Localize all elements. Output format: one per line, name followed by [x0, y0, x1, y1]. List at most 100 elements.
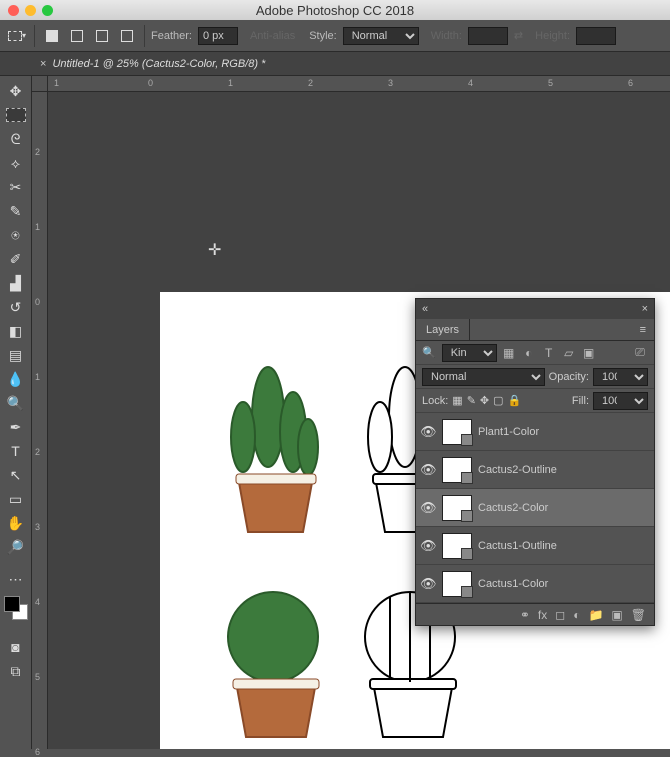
- layers-panel[interactable]: « × Layers ≡ 🔍 Kind ▦ ◐ T ▱ ▣ ⎚ Normal O…: [415, 298, 655, 626]
- lock-position-icon[interactable]: ✥: [480, 394, 489, 407]
- horizontal-ruler: 1 0 1 2 3 4 5 6: [32, 76, 670, 92]
- filter-kind-select[interactable]: Kind: [442, 344, 497, 362]
- gradient-tool[interactable]: ▤: [3, 344, 29, 366]
- rectangle-tool[interactable]: ▭: [3, 488, 29, 510]
- layer-name: Cactus2-Color: [478, 502, 548, 514]
- eyedropper-tool[interactable]: ✎: [3, 200, 29, 222]
- panel-collapse-icon[interactable]: «: [422, 303, 428, 315]
- brush-tool[interactable]: ✐: [3, 248, 29, 270]
- opacity-label: Opacity:: [549, 371, 589, 383]
- type-tool[interactable]: T: [3, 440, 29, 462]
- layer-thumbnail[interactable]: [442, 457, 472, 483]
- screen-mode-icon[interactable]: ⧉: [3, 660, 29, 682]
- rectangular-marquee-tool[interactable]: [6, 108, 26, 122]
- fill-label: Fill:: [572, 395, 589, 407]
- opacity-select[interactable]: 100%: [593, 368, 648, 386]
- visibility-toggle[interactable]: 👁: [420, 576, 436, 592]
- new-selection-icon[interactable]: [41, 25, 63, 47]
- vertical-ruler: 2 1 0 1 2 3 4 5 6: [32, 92, 48, 749]
- layer-name: Cactus1-Color: [478, 578, 548, 590]
- layer-filter-row: 🔍 Kind ▦ ◐ T ▱ ▣ ⎚: [416, 341, 654, 365]
- width-label: Width:: [431, 30, 462, 42]
- clone-stamp-tool[interactable]: ▟: [3, 272, 29, 294]
- visibility-toggle[interactable]: 👁: [420, 424, 436, 440]
- adjustment-layer-icon[interactable]: ◐: [573, 608, 580, 622]
- hand-tool[interactable]: ✋: [3, 512, 29, 534]
- blend-row: Normal Opacity: 100%: [416, 365, 654, 389]
- intersect-selection-icon[interactable]: [116, 25, 138, 47]
- height-label: Height:: [535, 30, 570, 42]
- shape-filter-icon[interactable]: ▱: [561, 345, 577, 361]
- layer-group-icon[interactable]: 📁: [588, 608, 603, 622]
- panel-menu-icon[interactable]: ≡: [632, 324, 654, 336]
- layer-plant1-color[interactable]: 👁 Plant1-Color: [416, 413, 654, 451]
- add-selection-icon[interactable]: [66, 25, 88, 47]
- lock-pixels-icon[interactable]: ✎: [467, 394, 476, 407]
- layer-cactus2-color[interactable]: 👁 Cactus2-Color: [416, 489, 654, 527]
- cactus2-color-art: [208, 362, 328, 552]
- cactus1-color-art: [208, 572, 328, 749]
- link-layers-icon[interactable]: ⚭: [520, 608, 530, 622]
- layer-cactus2-outline[interactable]: 👁 Cactus2-Outline: [416, 451, 654, 489]
- pen-tool[interactable]: ✒: [3, 416, 29, 438]
- visibility-toggle[interactable]: 👁: [420, 538, 436, 554]
- foreground-color[interactable]: [4, 596, 20, 612]
- panel-close-icon[interactable]: ×: [642, 303, 648, 315]
- visibility-toggle[interactable]: 👁: [420, 500, 436, 516]
- layer-thumbnail[interactable]: [442, 495, 472, 521]
- blur-tool[interactable]: 💧: [3, 368, 29, 390]
- eraser-tool[interactable]: ◧: [3, 320, 29, 342]
- quick-selection-tool[interactable]: ⟡: [3, 152, 29, 174]
- delete-layer-icon[interactable]: 🗑: [631, 608, 646, 622]
- more-tools-icon[interactable]: ⋯: [3, 568, 29, 590]
- lock-all-icon[interactable]: 🔒: [508, 394, 522, 407]
- move-tool[interactable]: ✥: [3, 80, 29, 102]
- lasso-tool[interactable]: ᘓ: [3, 128, 29, 150]
- lock-row: Lock: ▦ ✎ ✥ ▢ 🔒 Fill: 100%: [416, 389, 654, 413]
- history-brush-tool[interactable]: ↺: [3, 296, 29, 318]
- type-filter-icon[interactable]: T: [541, 345, 557, 361]
- layer-effects-icon[interactable]: fx: [538, 608, 547, 622]
- height-input: [576, 27, 616, 45]
- lock-artboard-icon[interactable]: ▢: [493, 394, 503, 407]
- adjustment-filter-icon[interactable]: ◐: [521, 345, 537, 361]
- feather-input[interactable]: [198, 27, 238, 45]
- color-swatches[interactable]: [4, 596, 28, 620]
- quick-mask-icon[interactable]: ◙: [3, 636, 29, 658]
- lock-label: Lock:: [422, 395, 448, 407]
- path-selection-tool[interactable]: ↖: [3, 464, 29, 486]
- filter-toggle-icon[interactable]: ⎚: [632, 345, 648, 361]
- visibility-toggle[interactable]: 👁: [420, 462, 436, 478]
- layer-cactus1-outline[interactable]: 👁 Cactus1-Outline: [416, 527, 654, 565]
- new-layer-icon[interactable]: ▣: [611, 608, 622, 622]
- layer-cactus1-color[interactable]: 👁 Cactus1-Color: [416, 565, 654, 603]
- dodge-tool[interactable]: 🔍: [3, 392, 29, 414]
- width-input: [468, 27, 508, 45]
- zoom-tool[interactable]: 🔎: [3, 536, 29, 558]
- document-tabs: × Untitled-1 @ 25% (Cactus2-Color, RGB/8…: [0, 52, 670, 76]
- layer-thumbnail[interactable]: [442, 571, 472, 597]
- lock-transparent-icon[interactable]: ▦: [452, 394, 462, 407]
- marquee-tool-icon[interactable]: ▾: [6, 25, 28, 47]
- subtract-selection-icon[interactable]: [91, 25, 113, 47]
- window-title: Adobe Photoshop CC 2018: [0, 3, 670, 18]
- layer-name: Cactus2-Outline: [478, 464, 557, 476]
- blend-mode-select[interactable]: Normal: [422, 368, 545, 386]
- layer-thumbnail[interactable]: [442, 533, 472, 559]
- smart-filter-icon[interactable]: ▣: [581, 345, 597, 361]
- layer-mask-icon[interactable]: ◻: [555, 608, 565, 622]
- tab-close-icon[interactable]: ×: [40, 58, 46, 70]
- crop-tool[interactable]: ✂: [3, 176, 29, 198]
- pixel-filter-icon[interactable]: ▦: [501, 345, 517, 361]
- cursor-crosshair: ✛: [208, 240, 221, 260]
- style-select[interactable]: Normal: [343, 27, 419, 45]
- layer-name: Plant1-Color: [478, 426, 539, 438]
- layers-tab[interactable]: Layers: [416, 319, 470, 340]
- layer-name: Cactus1-Outline: [478, 540, 557, 552]
- fill-select[interactable]: 100%: [593, 392, 648, 410]
- document-tab[interactable]: Untitled-1 @ 25% (Cactus2-Color, RGB/8) …: [52, 58, 265, 70]
- layer-thumbnail[interactable]: [442, 419, 472, 445]
- layer-list: 👁 Plant1-Color 👁 Cactus2-Outline 👁 Cactu…: [416, 413, 654, 603]
- spot-healing-tool[interactable]: ⍟: [3, 224, 29, 246]
- options-bar: ▾ Feather: Anti-alias Style: Normal Widt…: [0, 20, 670, 52]
